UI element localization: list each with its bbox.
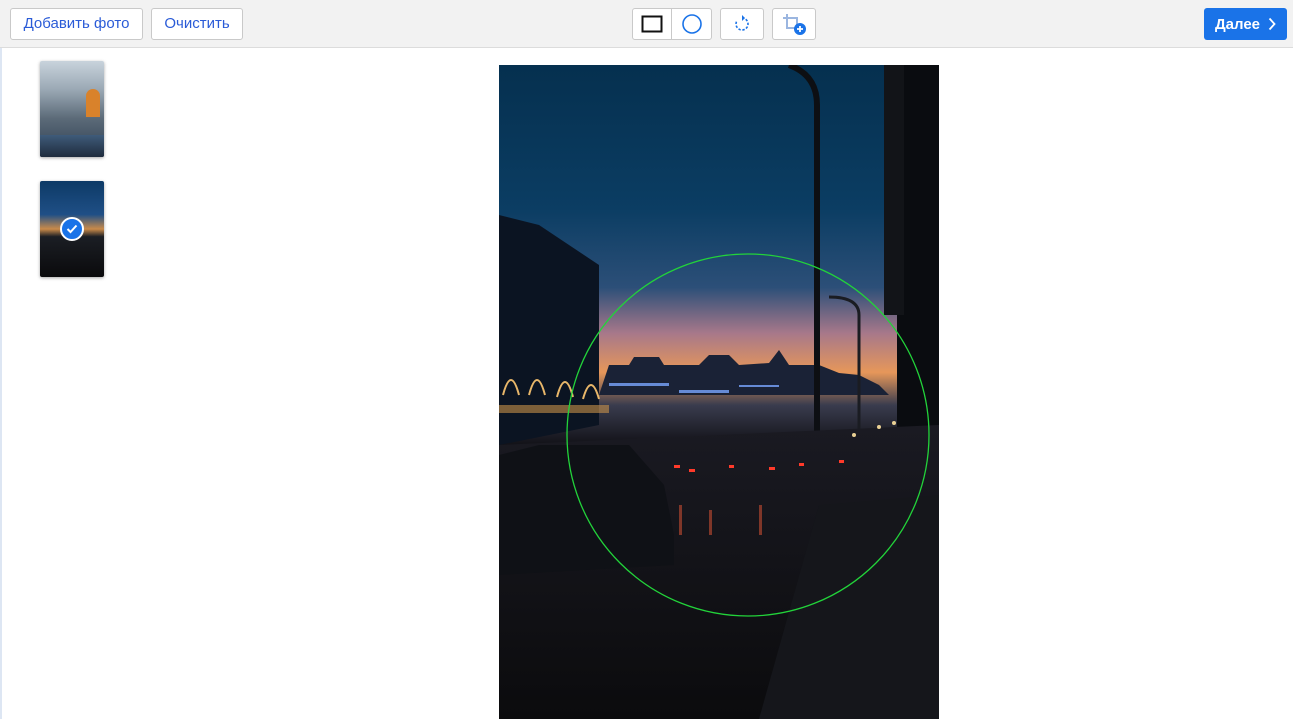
crop-add-icon [783,14,806,35]
shape-selector [632,8,712,40]
top-toolbar: Добавить фото Очистить Далее [0,0,1293,48]
circle-icon [681,14,702,34]
next-button-label: Далее [1214,15,1261,33]
clear-button[interactable]: Очистить [151,8,243,40]
city-street-photo [499,65,939,719]
rectangle-icon [641,15,663,33]
photo-thumbnail-1[interactable] [40,61,104,157]
next-button[interactable]: Далее [1204,8,1287,40]
sidebar-edge [0,48,2,719]
chevron-right-icon [1268,17,1276,31]
photo-editor-canvas[interactable] [499,65,939,719]
add-photo-button[interactable]: Добавить фото [10,8,143,40]
rotate-icon [735,15,749,31]
rotate-button[interactable] [720,8,764,40]
selected-check-icon [60,217,84,241]
crop-add-button[interactable] [772,8,816,40]
thumbnail-car-detail [40,135,104,157]
photo-thumbnail-2[interactable] [40,181,104,277]
thumbnail-window-detail [86,89,100,117]
circle-shape-button[interactable] [672,9,711,39]
rectangle-shape-button[interactable] [633,9,673,39]
